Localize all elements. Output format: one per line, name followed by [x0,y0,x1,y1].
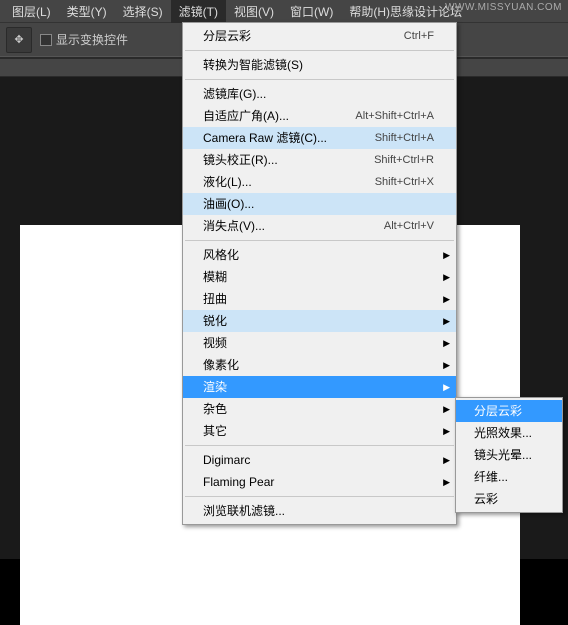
menu-item[interactable]: Camera Raw 滤镜(C)... Shift+Ctrl+A [183,127,456,149]
menu-shortcut: Shift+Ctrl+A [375,130,434,146]
menu-item[interactable]: Digimarc ▶ [183,449,456,471]
menu-shortcut: Shift+Ctrl+X [375,174,434,190]
menu-item[interactable]: 分层云彩 Ctrl+F [183,25,456,47]
menu-item[interactable]: 自适应广角(A)... Alt+Shift+Ctrl+A [183,105,456,127]
menu-item-label: 油画(O)... [203,196,254,212]
submenu-arrow-icon: ▶ [443,335,450,351]
menu-item-label: Digimarc [203,452,250,468]
menu-item[interactable]: 滤镜库(G)... [183,83,456,105]
menu-item[interactable]: 其它 ▶ [183,420,456,442]
menu-item-label: 滤镜库(G)... [203,86,266,102]
submenu-arrow-icon: ▶ [443,401,450,417]
menu-item[interactable]: 液化(L)... Shift+Ctrl+X [183,171,456,193]
menu-item-label: 渲染 [203,379,227,395]
submenu-arrow-icon: ▶ [443,452,450,468]
menu-item[interactable]: 渲染 ▶ [183,376,456,398]
menu-item-label: 其它 [203,423,227,439]
filter-menu: 分层云彩 Ctrl+F 转换为智能滤镜(S) 滤镜库(G)... 自适应广角(A)...… [182,22,457,525]
menu-item-label: Camera Raw 滤镜(C)... [203,130,327,146]
submenu-arrow-icon: ▶ [443,423,450,439]
menu-item[interactable]: 消失点(V)... Alt+Ctrl+V [183,215,456,237]
menu-item[interactable]: 锐化 ▶ [183,310,456,332]
menu-item[interactable]: 油画(O)... [183,193,456,215]
menu-item-label: 像素化 [203,357,239,373]
menu-item-label: 模糊 [203,269,227,285]
menu-type[interactable]: 类型(Y) [59,0,115,23]
submenu-arrow-icon: ▶ [443,313,450,329]
menu-item-label: 浏览联机滤镜... [203,503,285,519]
menu-item-label: 风格化 [203,247,239,263]
menu-shortcut: Alt+Shift+Ctrl+A [355,108,434,124]
menu-separator [185,79,454,80]
menu-item-label: 消失点(V)... [203,218,265,234]
menu-item[interactable]: 浏览联机滤镜... [183,500,456,522]
menu-separator [185,240,454,241]
submenu-arrow-icon: ▶ [443,269,450,285]
menu-item-label: 转换为智能滤镜(S) [203,57,303,73]
menu-view[interactable]: 视图(V) [226,0,282,23]
menu-item[interactable]: 镜头校正(R)... Shift+Ctrl+R [183,149,456,171]
menubar: 图层(L) 类型(Y) 选择(S) 滤镜(T) 视图(V) 窗口(W) 帮助(H… [0,0,568,22]
menu-select[interactable]: 选择(S) [115,0,171,23]
menu-item[interactable]: 扭曲 ▶ [183,288,456,310]
menu-item[interactable]: 转换为智能滤镜(S) [183,54,456,76]
menu-separator [185,496,454,497]
menu-item-label: 液化(L)... [203,174,252,190]
tool-button[interactable]: ✥ [6,27,32,53]
menu-item[interactable]: 视频 ▶ [183,332,456,354]
submenu-arrow-icon: ▶ [443,474,450,490]
submenu-item[interactable]: 云彩 [456,488,562,510]
menu-item[interactable]: 像素化 ▶ [183,354,456,376]
render-submenu: 分层云彩光照效果...镜头光晕...纤维...云彩 [455,397,563,513]
checkbox-label: 显示变换控件 [56,31,128,48]
menu-item-label: 杂色 [203,401,227,417]
menu-item[interactable]: Flaming Pear ▶ [183,471,456,493]
watermark: WWW.MISSYUAN.COM [445,2,562,13]
menu-shortcut: Shift+Ctrl+R [374,152,434,168]
submenu-item[interactable]: 纤维... [456,466,562,488]
submenu-item[interactable]: 镜头光晕... [456,444,562,466]
submenu-arrow-icon: ▶ [443,357,450,373]
menu-item-label: 锐化 [203,313,227,329]
menu-item-label: 镜头校正(R)... [203,152,278,168]
menu-item-label: 扭曲 [203,291,227,307]
menu-layer[interactable]: 图层(L) [4,0,59,23]
submenu-item[interactable]: 光照效果... [456,422,562,444]
menu-item[interactable]: 杂色 ▶ [183,398,456,420]
menu-separator [185,445,454,446]
menu-filter[interactable]: 滤镜(T) [171,0,226,23]
submenu-arrow-icon: ▶ [443,291,450,307]
menu-item-label: 视频 [203,335,227,351]
menu-shortcut: Alt+Ctrl+V [384,218,434,234]
show-transform-checkbox[interactable] [40,34,52,46]
submenu-arrow-icon: ▶ [443,247,450,263]
submenu-item[interactable]: 分层云彩 [456,400,562,422]
menu-item-label: Flaming Pear [203,474,274,490]
menu-item-label: 自适应广角(A)... [203,108,289,124]
menu-item[interactable]: 模糊 ▶ [183,266,456,288]
menu-item[interactable]: 风格化 ▶ [183,244,456,266]
menu-window[interactable]: 窗口(W) [282,0,341,23]
menu-shortcut: Ctrl+F [404,28,434,44]
submenu-arrow-icon: ▶ [443,379,450,395]
menu-item-label: 分层云彩 [203,28,251,44]
menu-separator [185,50,454,51]
